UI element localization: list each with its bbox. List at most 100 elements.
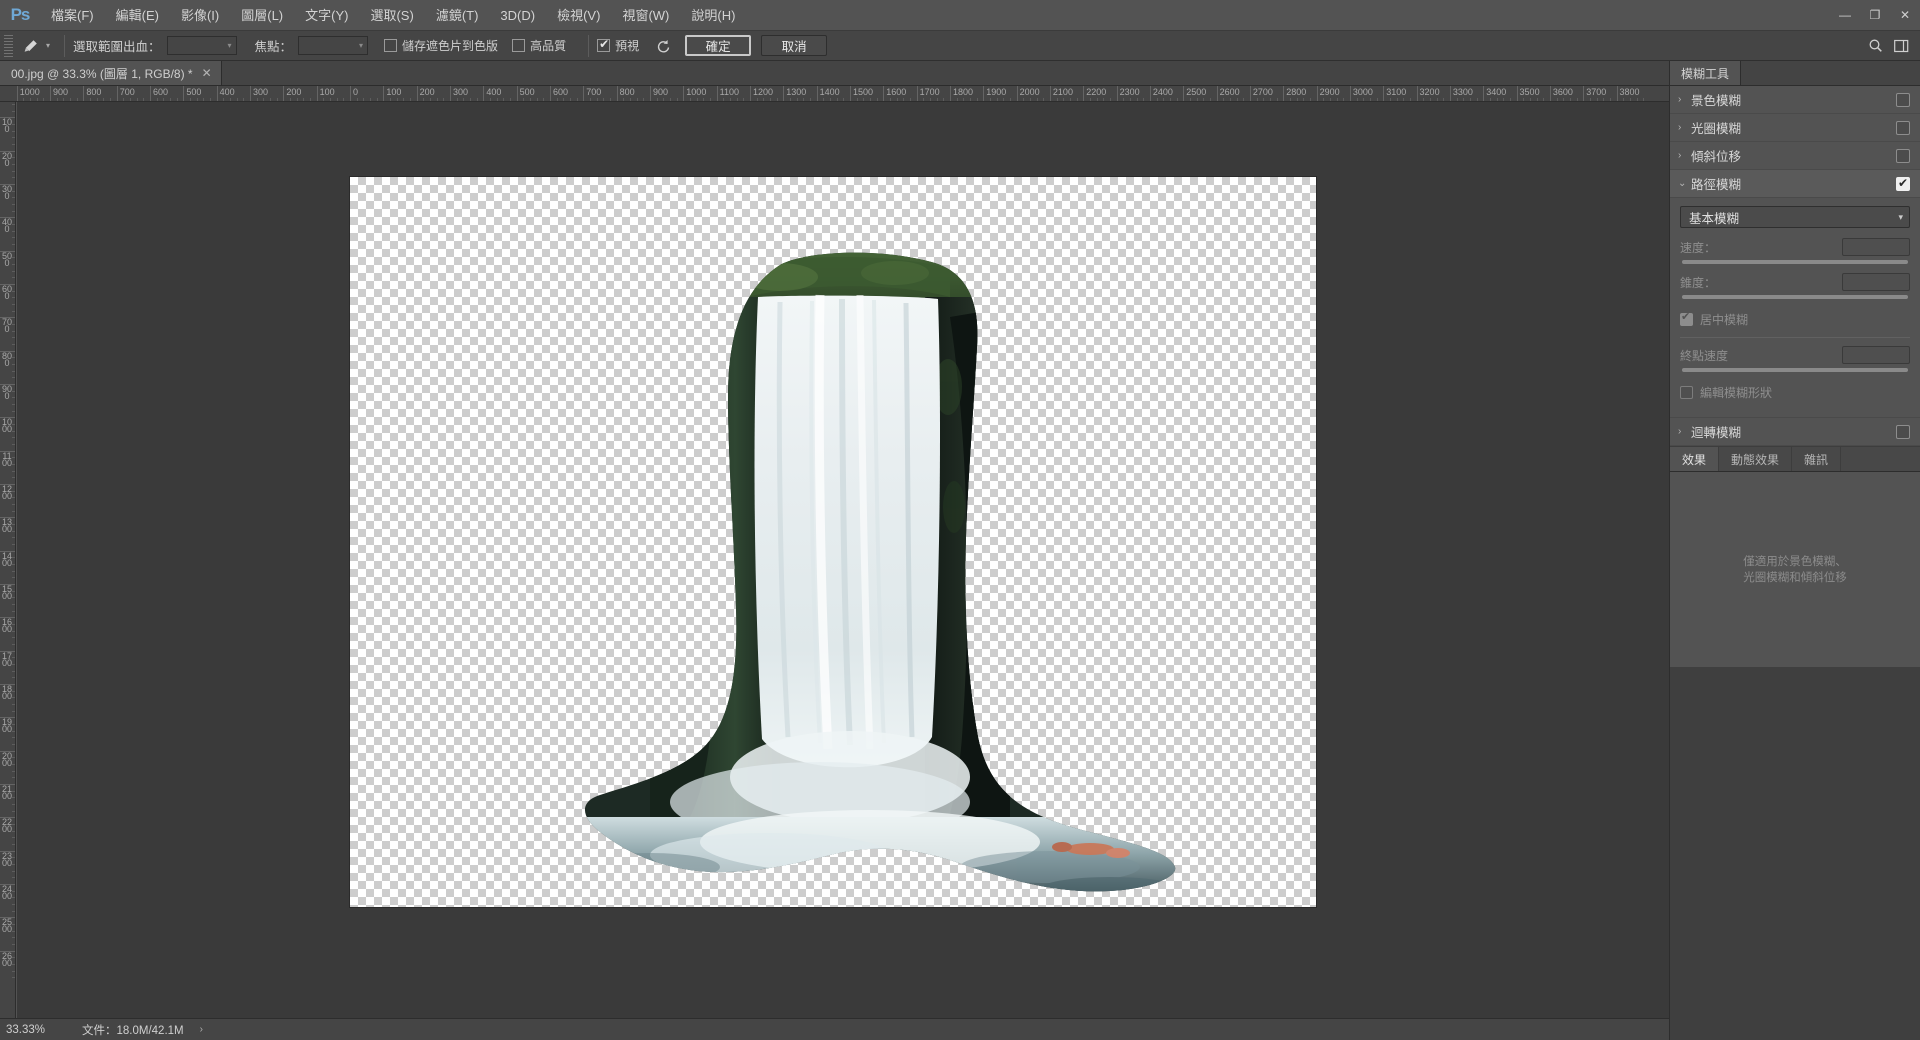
divider xyxy=(588,34,590,57)
ruler-subtick xyxy=(12,370,15,372)
close-icon[interactable]: ✕ xyxy=(202,66,212,80)
menu-item-0[interactable]: 檔案(F) xyxy=(40,0,105,31)
ruler-label: 1700 xyxy=(2,650,13,668)
chevron-right-icon[interactable]: › xyxy=(1678,94,1691,105)
ruler-subtick xyxy=(12,957,15,959)
ruler-label: 1400 xyxy=(2,550,13,568)
ruler-subtick xyxy=(12,123,15,125)
blur-row-3[interactable]: ⌄ 路徑模糊 xyxy=(1670,170,1920,198)
cancel-button[interactable]: 取消 xyxy=(761,35,828,56)
blur-enable-checkbox[interactable] xyxy=(1896,148,1910,163)
ruler-subtick xyxy=(12,277,15,279)
ruler-label: 1200 xyxy=(2,483,13,501)
blur-gallery-tool-icon[interactable] xyxy=(16,34,46,58)
menu-item-4[interactable]: 文字(Y) xyxy=(294,0,359,31)
tab-blur-tools[interactable]: 模糊工具 xyxy=(1670,61,1742,85)
blur-enable-checkbox[interactable] xyxy=(1896,175,1910,191)
ruler-label: 800 xyxy=(619,87,635,97)
ruler-subtick xyxy=(12,903,15,905)
ruler-label: 2500 xyxy=(2,917,13,935)
ruler-subtick xyxy=(12,437,15,439)
blur-enable-checkbox[interactable] xyxy=(1896,92,1910,107)
restore-icon[interactable]: ❐ xyxy=(1860,0,1890,31)
endpoint-speed-slider[interactable] xyxy=(1682,368,1908,372)
document-tab[interactable]: 00.jpg @ 33.3% (圖層 1, RGB/8) * ✕ xyxy=(0,61,222,85)
ruler-subtick xyxy=(12,563,15,565)
chevron-down-icon[interactable]: ⌄ xyxy=(1678,178,1691,189)
canvas-area[interactable] xyxy=(17,102,1669,1022)
ruler-subtick xyxy=(12,830,15,832)
close-icon[interactable]: ✕ xyxy=(1890,0,1920,31)
edit-blur-shape-checkbox[interactable]: 編輯模糊形狀 xyxy=(1680,381,1910,407)
options-bar-grip[interactable] xyxy=(4,34,13,57)
save-mask-to-channels-checkbox[interactable]: 儲存遮色片到色版 xyxy=(384,37,498,54)
ruler-label: 100 xyxy=(319,87,335,97)
fx-tab-2[interactable]: 雜訊 xyxy=(1792,447,1842,471)
tool-preset-chevron-icon[interactable]: ▾ xyxy=(46,41,50,50)
selection-bleed-input[interactable]: ▾ xyxy=(166,36,237,55)
waterfall-image-layer[interactable] xyxy=(350,177,1316,907)
blur-row-label: 路徑模糊 xyxy=(1691,178,1742,192)
ruler-subtick xyxy=(12,890,15,892)
blur-row-1[interactable]: › 光圈模糊 xyxy=(1670,114,1920,142)
ruler-label: 200 xyxy=(419,87,435,97)
chevron-right-icon[interactable]: › xyxy=(1678,150,1691,161)
ruler-label: 1100 xyxy=(719,87,739,97)
ruler-label: 200 xyxy=(2,150,13,168)
menu-item-10[interactable]: 說明(H) xyxy=(680,0,746,31)
blur-row-4[interactable]: › 迴轉模糊 xyxy=(1670,418,1920,446)
fx-tab-1[interactable]: 動態效果 xyxy=(1719,447,1793,471)
menu-item-2[interactable]: 影像(I) xyxy=(170,0,230,31)
status-expand-icon[interactable]: › xyxy=(200,1024,203,1035)
minimize-icon[interactable]: — xyxy=(1830,0,1860,31)
menu-item-9[interactable]: 視窗(W) xyxy=(611,0,680,31)
high-quality-checkbox[interactable]: 高品質 xyxy=(512,37,566,54)
ruler-label: 2100 xyxy=(1052,87,1073,97)
horizontal-ruler[interactable]: 1000 900 800 700 600 500 400 300 200 100 0 100 200 30… xyxy=(0,86,1669,102)
ruler-subtick xyxy=(12,737,15,739)
centered-blur-checkbox[interactable]: 居中模糊 xyxy=(1680,308,1910,334)
workspace-icon[interactable] xyxy=(1888,33,1914,59)
blur-enable-checkbox[interactable] xyxy=(1896,120,1910,135)
ruler-label: 400 xyxy=(486,87,502,97)
artboard-transparent-background[interactable] xyxy=(350,177,1316,907)
focus-input[interactable]: ▾ xyxy=(298,36,369,55)
ruler-label: 200 xyxy=(286,87,302,97)
speed-input[interactable] xyxy=(1842,238,1910,256)
preview-checkbox[interactable]: 預視 xyxy=(597,37,639,54)
menu-item-1[interactable]: 編輯(E) xyxy=(105,0,170,31)
ok-button[interactable]: 確定 xyxy=(685,35,752,56)
ruler-subtick xyxy=(12,857,15,859)
speed-slider[interactable] xyxy=(1682,260,1908,264)
menu-item-7[interactable]: 3D(D) xyxy=(489,0,546,31)
ruler-label: 1800 xyxy=(2,683,13,701)
blur-row-0[interactable]: › 景色模糊 xyxy=(1670,86,1920,114)
ruler-label: 1200 xyxy=(752,87,773,97)
ruler-label: 2000 xyxy=(1019,87,1040,97)
blur-enable-checkbox[interactable] xyxy=(1896,424,1910,439)
zoom-level[interactable]: 33.33% xyxy=(0,1024,70,1036)
path-blur-mode-select[interactable]: 基本模糊 ▾ xyxy=(1680,206,1910,228)
chevron-right-icon[interactable]: › xyxy=(1678,122,1691,133)
search-icon[interactable] xyxy=(1862,33,1888,59)
endpoint-speed-input[interactable] xyxy=(1842,346,1910,364)
menu-item-8[interactable]: 檢視(V) xyxy=(546,0,611,31)
taper-slider[interactable] xyxy=(1682,295,1908,299)
chevron-right-icon[interactable]: › xyxy=(1678,426,1691,437)
ruler-subtick xyxy=(12,897,15,899)
reset-arrow-icon[interactable] xyxy=(653,35,675,57)
menu-item-5[interactable]: 選取(S) xyxy=(359,0,424,31)
blur-row-2[interactable]: › 傾斜位移 xyxy=(1670,142,1920,170)
ruler-label: 1000 xyxy=(19,87,40,97)
menu-item-6[interactable]: 濾鏡(T) xyxy=(425,0,490,31)
divider xyxy=(64,34,66,57)
taper-label: 錐度： xyxy=(1680,275,1717,290)
ruler-label: 1700 xyxy=(919,87,940,97)
ruler-label: 1000 xyxy=(686,87,707,97)
fx-tab-0[interactable]: 效果 xyxy=(1670,447,1720,471)
taper-input[interactable] xyxy=(1842,273,1910,291)
ruler-label: 3000 xyxy=(1352,87,1373,97)
menu-item-3[interactable]: 圖層(L) xyxy=(230,0,294,31)
vertical-ruler[interactable]: 0100200300400500600700800900100011001200… xyxy=(0,102,16,1022)
endpoint-speed-field: 終點速度 xyxy=(1680,346,1910,372)
